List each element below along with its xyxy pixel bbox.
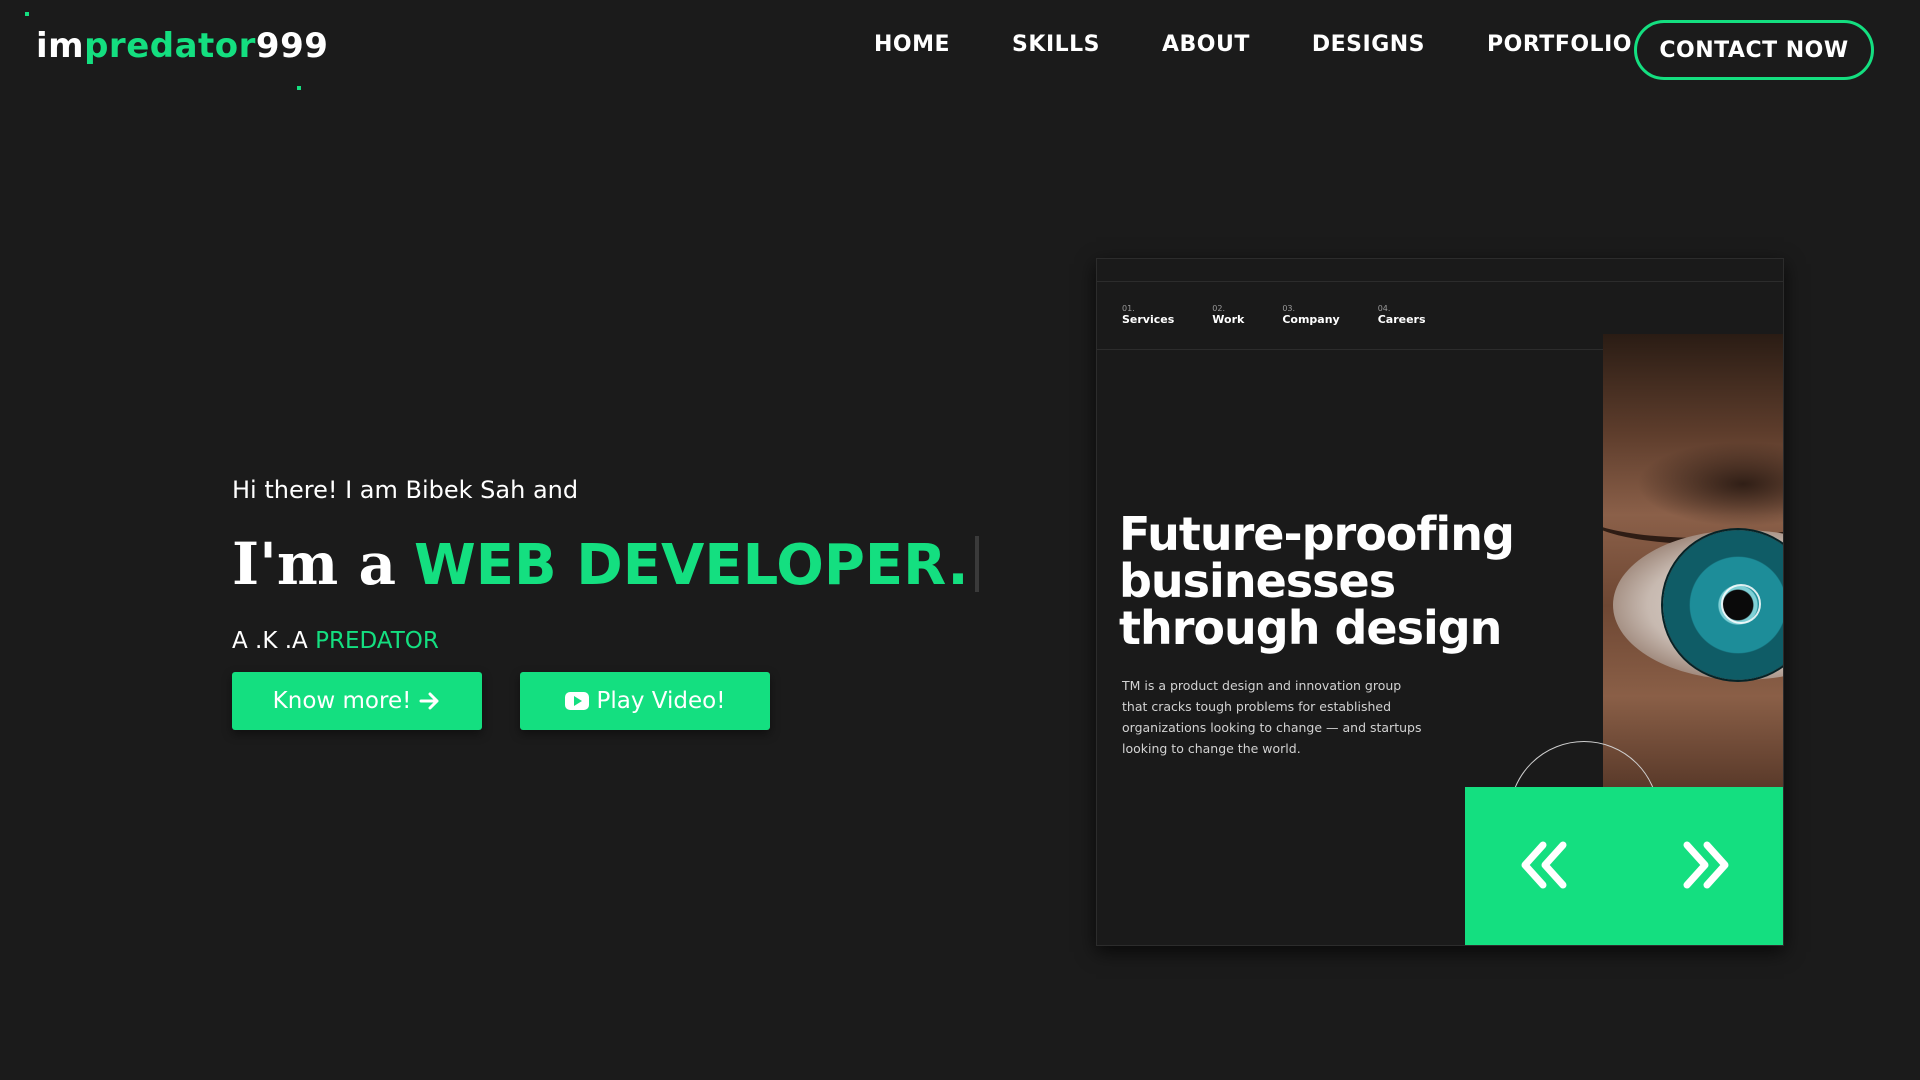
hero-aka: A .K .A PREDATOR — [232, 628, 439, 654]
page: im predator 999 HOME SKILLS ABOUT DESIGN… — [0, 0, 1920, 1080]
double-chevron-left-icon[interactable] — [1513, 835, 1573, 895]
aka-prefix: A .K .A — [232, 628, 308, 654]
card-nav-num: 02. — [1212, 304, 1226, 313]
card-nav-label: Company — [1282, 313, 1340, 326]
know-more-label: Know more! — [272, 688, 412, 714]
youtube-icon — [564, 692, 589, 710]
main-nav: HOME SKILLS ABOUT DESIGNS PORTFOLIO — [874, 32, 1632, 57]
card-nav: 01. Services 02. Work 03. Company 04. Ca… — [1122, 304, 1464, 326]
card-nav-label: Careers — [1377, 313, 1426, 326]
card-nav-label: Work — [1212, 313, 1245, 326]
hero-greeting: Hi there! I am Bibek Sah and — [232, 476, 579, 504]
showcase-description: TM is a product design and innovation gr… — [1122, 678, 1422, 756]
typing-cursor — [974, 536, 979, 592]
aka-name: PREDATOR — [315, 628, 439, 654]
nav-item-about[interactable]: ABOUT — [1162, 32, 1250, 57]
decor-dot — [25, 12, 29, 16]
double-chevron-right-icon[interactable] — [1677, 835, 1737, 895]
arrow-right-icon — [419, 692, 439, 710]
card-nav-num: 03. — [1282, 304, 1296, 313]
card-nav-num: 01. — [1122, 304, 1135, 313]
logo-prefix: im — [36, 26, 85, 66]
card-nav-item-careers[interactable]: 04. Careers — [1378, 304, 1426, 326]
card-nav-item-company[interactable]: 03. Company — [1282, 304, 1339, 326]
decor-dot — [297, 86, 301, 90]
logo-highlight: predator — [84, 26, 256, 66]
play-video-button[interactable]: Play Video! — [520, 672, 770, 730]
nav-item-home[interactable]: HOME — [874, 32, 950, 57]
showcase-preview-card: 01. Services 02. Work 03. Company 04. Ca… — [1096, 258, 1784, 946]
showcase-title: Future-proofing businesses through desig… — [1119, 507, 1515, 655]
logo-suffix: 999 — [255, 26, 329, 66]
card-nav-item-work[interactable]: 02. Work — [1212, 304, 1244, 326]
nav-item-designs[interactable]: DESIGNS — [1312, 32, 1425, 57]
logo[interactable]: im predator 999 — [36, 26, 328, 66]
slider-controls — [1465, 787, 1783, 945]
eye-closeup-image — [1603, 334, 1783, 787]
card-nav-label: Services — [1122, 313, 1175, 326]
contact-now-button[interactable]: CONTACT NOW — [1634, 20, 1874, 80]
card-nav-item-services[interactable]: 01. Services — [1122, 304, 1174, 326]
headline-prefix: I'm a — [232, 530, 397, 598]
card-nav-num: 04. — [1377, 304, 1391, 313]
headline-role: WEB DEVELOPER. — [414, 533, 969, 598]
card-top-rule — [1097, 281, 1783, 282]
know-more-button[interactable]: Know more! — [232, 672, 482, 730]
nav-item-skills[interactable]: SKILLS — [1012, 32, 1100, 57]
iris-glint-shape — [1721, 584, 1761, 624]
hero-headline: I'm a WEB DEVELOPER. — [232, 530, 979, 598]
nav-item-portfolio[interactable]: PORTFOLIO — [1487, 32, 1632, 57]
play-video-label: Play Video! — [596, 688, 726, 714]
